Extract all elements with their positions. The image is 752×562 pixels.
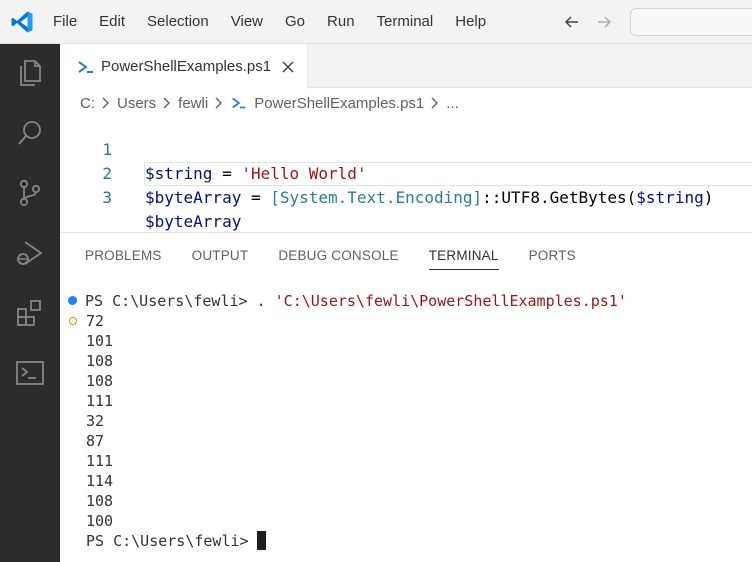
command-decoration-ring-icon[interactable] <box>69 317 77 325</box>
tab-debug-console[interactable]: DEBUG CONSOLE <box>278 233 398 279</box>
breadcrumb-drive[interactable]: C: <box>80 95 95 112</box>
output-line: 108 <box>86 492 114 510</box>
command-prompt: PS C:\Users\fewli> . <box>85 292 275 310</box>
output-line: 72 <box>86 312 105 330</box>
menu-file[interactable]: File <box>42 0 88 44</box>
menu-selection[interactable]: Selection <box>136 0 220 44</box>
close-icon[interactable] <box>281 60 295 74</box>
output-line: 87 <box>86 432 105 450</box>
output-line: 100 <box>86 512 114 530</box>
code-token-var: $byteArray <box>145 212 242 231</box>
code-token-op: ::UTF8.GetBytes( <box>482 188 637 207</box>
menu-bar: File Edit Selection View Go Run Terminal… <box>42 0 497 44</box>
breadcrumb-ellipsis[interactable]: ... <box>446 95 459 112</box>
output-line: 101 <box>86 332 114 350</box>
output-line: 108 <box>86 352 114 370</box>
arrow-left-icon[interactable] <box>562 12 582 32</box>
code-token-type: [System.Text.Encoding] <box>270 188 483 207</box>
editor-tabs-bar: PowerShellExamples.ps1 <box>60 44 752 89</box>
tab-output[interactable]: OUTPUT <box>192 233 249 279</box>
tab-label: PowerShellExamples.ps1 <box>101 58 272 75</box>
terminal-cursor <box>256 531 266 550</box>
breadcrumb-fewli[interactable]: fewli <box>178 95 208 112</box>
terminal-icon[interactable] <box>14 357 46 389</box>
breadcrumb-users[interactable]: Users <box>117 95 156 112</box>
output-line: 32 <box>86 412 105 430</box>
final-prompt: PS C:\Users\fewli> <box>86 532 249 550</box>
line-code: $byteArray <box>145 210 241 234</box>
chevron-right-icon <box>163 97 171 109</box>
powershell-file-icon <box>232 97 246 109</box>
activity-bar <box>0 44 60 562</box>
run-debug-icon[interactable] <box>14 237 46 269</box>
search-icon[interactable] <box>14 117 46 149</box>
code-editor[interactable]: 1 $string = 'Hello World' 2 $byteArray =… <box>60 114 752 231</box>
output-line: 114 <box>86 472 114 490</box>
chevron-right-icon <box>431 97 439 109</box>
explorer-icon[interactable] <box>14 57 46 89</box>
output-line: 111 <box>86 392 114 410</box>
menu-terminal[interactable]: Terminal <box>366 0 445 44</box>
terminal-command-line: PS C:\Users\fewli> . 'C:\Users\fewli\Pow… <box>85 291 627 311</box>
extensions-icon[interactable] <box>14 297 46 329</box>
menu-view[interactable]: View <box>220 0 274 44</box>
tab-ports[interactable]: PORTS <box>529 233 576 279</box>
output-line: 108 <box>86 372 114 390</box>
code-token-var: $string <box>636 188 704 207</box>
title-bar: File Edit Selection View Go Run Terminal… <box>0 0 752 44</box>
code-line: 3 $byteArray <box>60 162 752 231</box>
panel-tabs: PROBLEMS OUTPUT DEBUG CONSOLE TERMINAL P… <box>60 233 752 279</box>
source-control-icon[interactable] <box>14 177 46 209</box>
chevron-right-icon <box>102 97 109 109</box>
menu-edit[interactable]: Edit <box>88 0 136 44</box>
line-code: $byteArray = [System.Text.Encoding]::UTF… <box>145 186 713 210</box>
command-success-dot-icon[interactable] <box>68 296 77 305</box>
code-line: 2 $byteArray = [System.Text.Encoding]::U… <box>60 138 752 207</box>
arrow-right-icon[interactable] <box>594 12 614 32</box>
breadcrumb: C: Users fewli PowerShellExamples.ps1 ..… <box>80 92 459 114</box>
command-center-search[interactable] <box>630 8 752 36</box>
chevron-right-icon <box>215 97 223 109</box>
tab-problems[interactable]: PROBLEMS <box>85 233 162 279</box>
line-number: 3 <box>102 188 112 207</box>
menu-help[interactable]: Help <box>444 0 497 44</box>
terminal-final-prompt: PS C:\Users\fewli> <box>86 531 266 551</box>
powershell-file-icon <box>78 60 93 73</box>
vscode-logo-icon <box>11 11 33 33</box>
command-path: 'C:\Users\fewli\PowerShellExamples.ps1' <box>274 292 627 310</box>
tab-powershell-examples[interactable]: PowerShellExamples.ps1 <box>60 44 308 89</box>
code-line: 1 $string = 'Hello World' <box>60 114 752 183</box>
code-token-op: ) <box>703 188 714 207</box>
menu-run[interactable]: Run <box>316 0 366 44</box>
tab-terminal[interactable]: TERMINAL <box>428 233 499 279</box>
output-line: 111 <box>86 452 114 470</box>
breadcrumb-file[interactable]: PowerShellExamples.ps1 <box>254 95 424 112</box>
bottom-panel: PROBLEMS OUTPUT DEBUG CONSOLE TERMINAL P… <box>60 232 752 562</box>
code-token-var: $byteArray <box>145 188 242 207</box>
menu-go[interactable]: Go <box>274 0 316 44</box>
code-token-op: = <box>241 188 271 207</box>
